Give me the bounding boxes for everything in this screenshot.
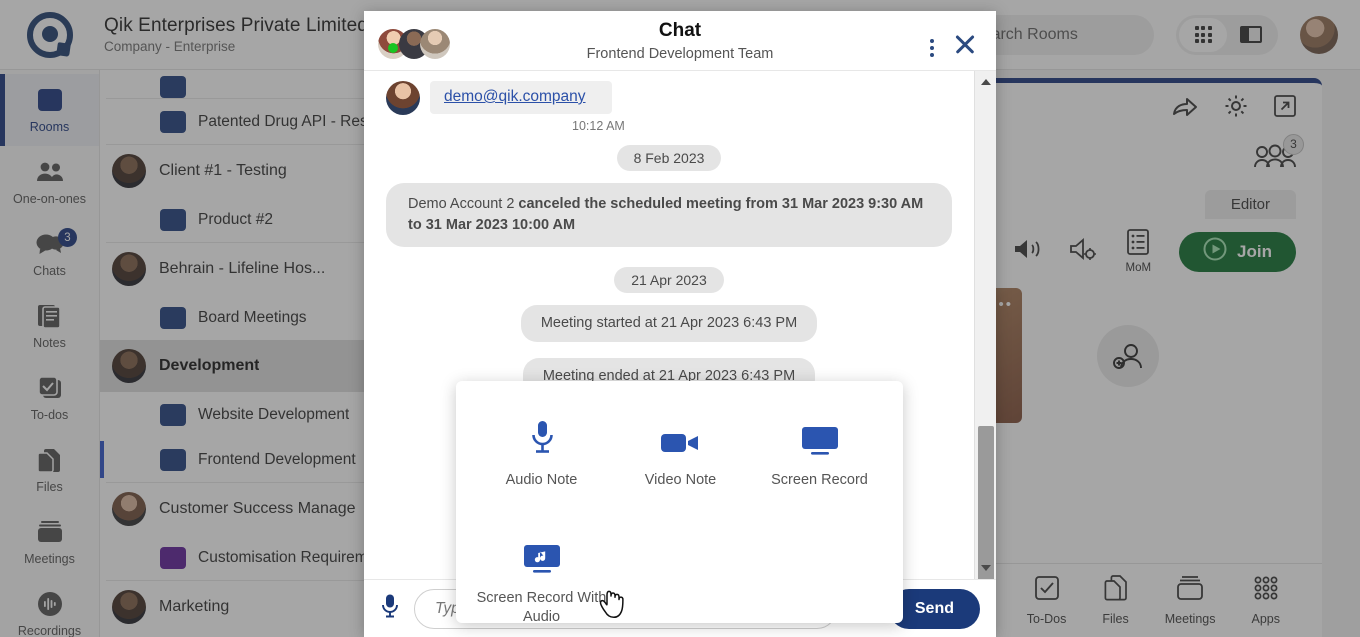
hand-pointer-cursor [598, 578, 636, 628]
message-text[interactable]: demo@qik.company [430, 81, 612, 114]
date-divider: 21 Apr 2023 [614, 267, 724, 294]
chat-participants-avatars[interactable] [378, 29, 450, 59]
monitor-icon [800, 415, 840, 457]
option-label: Audio Note [505, 472, 578, 488]
avatar [420, 29, 450, 59]
option-screen-record[interactable]: Screen Record [750, 407, 889, 491]
system-message-prefix: Demo Account 2 [408, 196, 519, 212]
system-message: Demo Account 2 canceled the scheduled me… [386, 183, 952, 248]
chat-title: Chat [658, 20, 702, 41]
scrollbar-thumb[interactable] [978, 426, 994, 579]
system-message: Meeting started at 21 Apr 2023 6:43 PM [520, 305, 818, 343]
microphone-icon [527, 415, 557, 457]
option-audio-note[interactable]: Audio Note [472, 407, 611, 491]
scroll-up-icon[interactable] [975, 73, 996, 91]
option-label: Video Note [644, 472, 717, 488]
screen: Qik Enterprises Private Limited Company … [0, 0, 1360, 637]
mic-icon[interactable] [380, 593, 400, 624]
option-label: Screen Record [771, 472, 868, 488]
option-label: Screen Record With Audio [476, 589, 607, 626]
date-divider: 8 Feb 2023 [616, 145, 722, 171]
avatar [386, 81, 420, 115]
record-options-popup: Audio Note Video Note Screen Record Scre… [456, 381, 903, 625]
chat-modal-header: Chat Frontend Development Team [364, 11, 996, 71]
video-camera-icon [660, 415, 702, 457]
more-vertical-icon[interactable] [930, 39, 934, 60]
monitor-audio-icon [522, 533, 562, 575]
close-icon[interactable] [952, 31, 978, 57]
option-video-note[interactable]: Video Note [611, 407, 750, 491]
online-status-indicator [388, 43, 398, 53]
option-screen-record-with-audio[interactable]: Screen Record With Audio [472, 525, 611, 628]
chat-message: demo@qik.company [386, 81, 952, 115]
message-time: 10:12 AM [572, 119, 625, 133]
send-label: Send [914, 599, 954, 617]
chat-subtitle: Frontend Development Team [586, 46, 774, 62]
scroll-down-icon[interactable] [975, 559, 996, 577]
chat-scrollbar[interactable] [974, 71, 996, 579]
